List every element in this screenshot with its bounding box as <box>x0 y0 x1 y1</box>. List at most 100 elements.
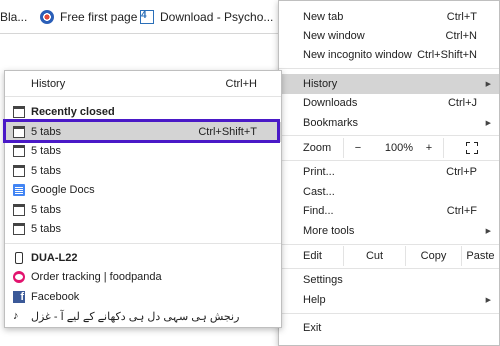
menu-item-label: 5 tabs <box>31 204 61 216</box>
menu-separator <box>279 135 499 136</box>
shortcut-label: Ctrl+J <box>447 97 477 109</box>
shortcut-label: Ctrl+P <box>446 166 477 178</box>
recently-closed-item[interactable]: 5 tabs <box>5 141 281 161</box>
cut-button[interactable]: Cut <box>343 246 405 266</box>
menu-item-label: Downloads <box>303 97 358 109</box>
menu-item-label: History <box>303 78 338 90</box>
number-4-icon: 4 <box>140 10 154 24</box>
device-header: DUA-L22 <box>5 248 281 268</box>
fullscreen-icon <box>466 142 478 154</box>
menu-item-label: Settings <box>303 274 343 286</box>
menu-item-label: New window <box>303 30 365 42</box>
menu-item-label: Bookmarks <box>303 117 359 129</box>
bookmark-item[interactable]: Bla... <box>0 9 27 25</box>
copy-button[interactable]: Copy <box>405 246 461 266</box>
menu-item-label: Order tracking | foodpanda <box>31 271 162 283</box>
menu-item-label: رنجش ہی سہی دل ہی دکھانے کے لیے آ - غزل <box>31 310 240 323</box>
menu-item-label: 5 tabs <box>31 165 61 177</box>
menu-item-new-window[interactable]: New window Ctrl+N <box>279 26 499 46</box>
zoom-in-button[interactable]: + <box>415 138 443 158</box>
menu-item-settings[interactable]: Settings <box>279 270 499 290</box>
menu-item-exit[interactable]: Exit <box>279 318 499 338</box>
selection-highlight-box <box>3 119 280 143</box>
shortcut-label: Ctrl+F <box>446 205 477 217</box>
menu-separator <box>279 160 499 161</box>
menu-item-print[interactable]: Print... Ctrl+P <box>279 162 499 182</box>
menu-item-history[interactable]: History ▶ <box>279 74 499 94</box>
menu-item-label: Help <box>303 294 326 306</box>
shortcut-label: Ctrl+T <box>446 11 477 23</box>
bookmark-label: Bla... <box>0 10 28 24</box>
shortcut-label: Ctrl+Shift+N <box>417 49 477 61</box>
shortcut-label: Ctrl+H <box>225 78 257 90</box>
menu-item-cast[interactable]: Cast... <box>279 182 499 202</box>
bookmark-item-download[interactable]: 4 Download - Psycho... <box>140 9 273 25</box>
menu-item-label: Zoom <box>303 142 332 154</box>
flag-icon <box>40 10 54 24</box>
tab-icon <box>13 204 25 216</box>
menu-item-label: Edit <box>303 250 322 262</box>
menu-item-label: Exit <box>303 322 322 334</box>
zoom-out-label: − <box>354 142 362 154</box>
menu-item-label: Facebook <box>31 291 80 303</box>
bookmark-item-free-first-page[interactable]: Free first page <box>40 9 137 25</box>
music-icon: ♪ <box>13 310 19 322</box>
google-docs-icon <box>13 184 25 196</box>
menu-item-new-tab[interactable]: New tab Ctrl+T <box>279 7 499 27</box>
tab-icon <box>13 165 25 177</box>
menu-item-label: More tools <box>303 225 355 237</box>
menu-item-label: New incognito window <box>303 49 412 61</box>
submenu-arrow-icon: ▶ <box>485 81 491 88</box>
recently-closed-item[interactable]: 5 tabs <box>5 161 281 181</box>
menu-item-zoom: Zoom − 100% + <box>279 138 499 158</box>
shortcut-label: Ctrl+N <box>445 30 477 42</box>
recently-closed-item[interactable]: 5 tabs <box>5 219 281 239</box>
device-tab-item[interactable]: Order tracking | foodpanda <box>5 267 281 287</box>
zoom-out-button[interactable]: − <box>343 138 371 158</box>
device-tab-item[interactable]: ♪ رنجش ہی سہی دل ہی دکھانے کے لیے آ - غز… <box>5 306 281 326</box>
menu-item-new-incognito[interactable]: New incognito window Ctrl+Shift+N <box>279 45 499 65</box>
recently-closed-item[interactable]: 5 tabs <box>5 200 281 220</box>
menu-item-more-tools[interactable]: More tools ▶ <box>279 221 499 241</box>
history-menu-item[interactable]: History Ctrl+H <box>5 74 281 94</box>
menu-item-bookmarks[interactable]: Bookmarks ▶ <box>279 113 499 133</box>
menu-item-label: Cast... <box>303 186 335 198</box>
menu-item-label: History <box>31 78 66 90</box>
fullscreen-button[interactable] <box>443 138 499 158</box>
menu-item-label: Find... <box>303 205 334 217</box>
menu-separator <box>5 243 281 244</box>
browser-main-menu: New tab Ctrl+T New window Ctrl+N New inc… <box>278 0 500 346</box>
recently-closed-item[interactable]: Google Docs <box>5 180 281 200</box>
zoom-in-label: + <box>425 142 433 154</box>
menu-separator <box>279 244 499 245</box>
tab-icon <box>13 223 25 235</box>
bookmark-label: Download - Psycho... <box>160 10 274 24</box>
submenu-arrow-icon: ▶ <box>485 120 491 127</box>
menu-separator <box>5 96 281 97</box>
phone-icon <box>15 252 23 264</box>
device-name: DUA-L22 <box>31 252 78 264</box>
bookmark-label: Free first page <box>60 10 138 24</box>
menu-separator <box>279 313 499 314</box>
tab-icon <box>13 145 25 157</box>
foodpanda-icon <box>13 271 25 283</box>
menu-separator <box>279 268 499 269</box>
menu-item-find[interactable]: Find... Ctrl+F <box>279 201 499 221</box>
section-header: Recently closed <box>31 106 115 118</box>
paste-button[interactable]: Paste <box>461 246 499 266</box>
device-tab-item[interactable]: f Facebook <box>5 287 281 307</box>
menu-item-label: New tab <box>303 11 344 23</box>
menu-item-label: Print... <box>303 166 335 178</box>
history-submenu: History Ctrl+H Recently closed 5 tabs Ct… <box>4 70 282 328</box>
menu-item-downloads[interactable]: Downloads Ctrl+J <box>279 93 499 113</box>
menu-item-label: Google Docs <box>31 184 95 196</box>
facebook-icon: f <box>13 291 25 303</box>
tab-icon <box>13 106 25 118</box>
submenu-arrow-icon: ▶ <box>485 297 491 304</box>
menu-separator <box>279 68 499 69</box>
menu-item-label: 5 tabs <box>31 145 61 157</box>
submenu-arrow-icon: ▶ <box>485 228 491 235</box>
menu-item-help[interactable]: Help ▶ <box>279 290 499 310</box>
menu-item-label: 5 tabs <box>31 223 61 235</box>
menu-item-edit: Edit Cut Copy Paste <box>279 246 499 266</box>
